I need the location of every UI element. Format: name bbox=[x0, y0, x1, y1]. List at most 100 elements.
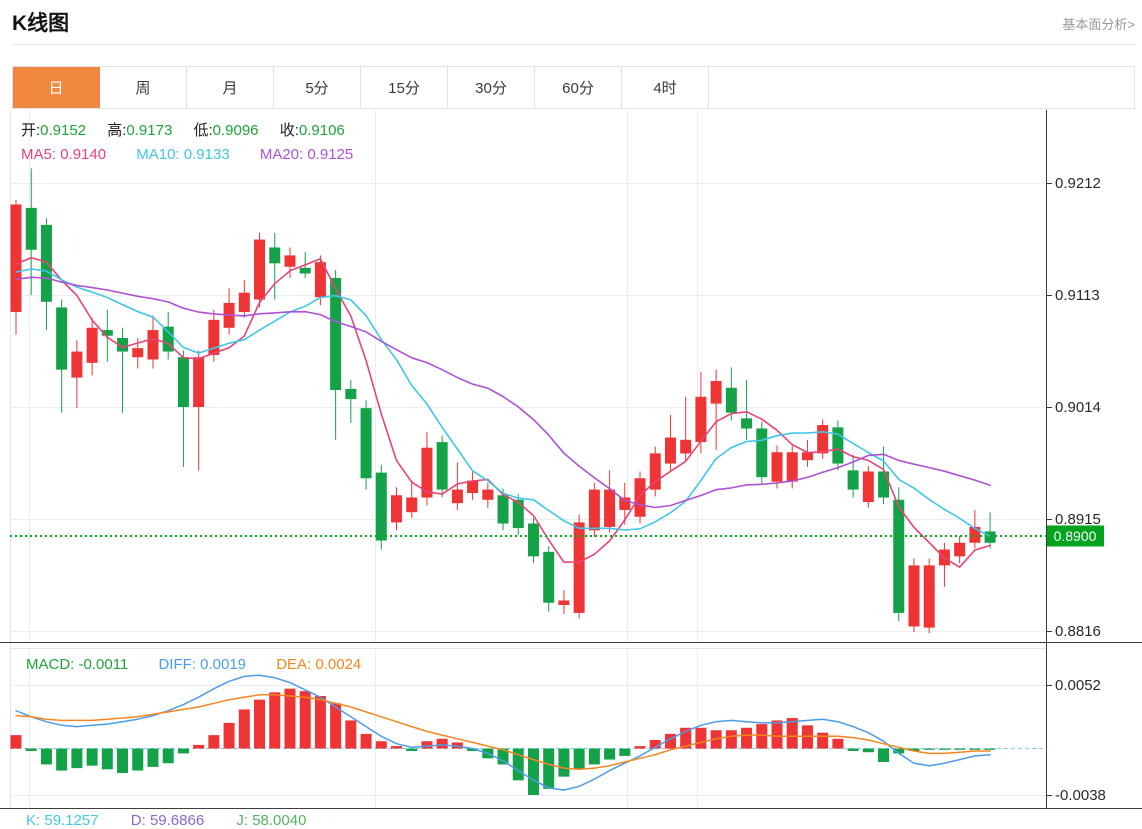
j-label: J: bbox=[236, 812, 249, 829]
candle-body bbox=[71, 351, 83, 378]
ma20-pair: MA20: 0.9125 bbox=[260, 146, 353, 163]
macd-bar bbox=[619, 748, 631, 756]
close-label: 收: bbox=[279, 122, 299, 139]
dea-label: DEA: bbox=[276, 656, 312, 673]
macd-bar bbox=[254, 699, 266, 749]
macd-bar bbox=[558, 748, 570, 777]
candle-body bbox=[299, 267, 311, 274]
axis-tick-label: 0.8915 bbox=[1055, 511, 1101, 528]
candle-body bbox=[847, 470, 859, 490]
macd-bar bbox=[954, 748, 966, 750]
macd-bar bbox=[56, 748, 68, 771]
ma5-value: 0.9140 bbox=[60, 146, 107, 163]
candle-body bbox=[878, 471, 890, 498]
macd-bar bbox=[756, 724, 768, 749]
macd-bar bbox=[391, 746, 402, 749]
indicator-line bbox=[15, 276, 991, 509]
macd-bar bbox=[406, 748, 418, 751]
candle-body bbox=[391, 495, 402, 523]
macd-bar bbox=[86, 748, 98, 766]
macd-bar bbox=[375, 741, 387, 749]
k-label: K: bbox=[26, 812, 41, 829]
ma5-label: MA5: bbox=[21, 146, 57, 163]
macd-bar bbox=[862, 748, 874, 753]
macd-bar bbox=[543, 748, 555, 789]
macd-bar bbox=[314, 696, 326, 749]
axis-tick-label: -0.0038 bbox=[1055, 787, 1106, 804]
candle-body bbox=[375, 472, 387, 541]
candle-body bbox=[954, 542, 966, 557]
d-value: 59.6866 bbox=[149, 812, 205, 829]
candle-body bbox=[741, 418, 753, 429]
ma20-value: 0.9125 bbox=[307, 146, 354, 163]
indicator-line bbox=[15, 674, 991, 791]
axis-tick-label: 0.9014 bbox=[1055, 399, 1101, 416]
ma10-label: MA10: bbox=[136, 146, 180, 163]
diff-value: 0.0019 bbox=[200, 656, 247, 673]
macd-bar bbox=[193, 744, 205, 749]
candle-body bbox=[923, 565, 935, 628]
candle-body bbox=[254, 239, 266, 300]
macd-bar bbox=[421, 741, 433, 749]
d-label: D: bbox=[130, 812, 146, 829]
macd-bar bbox=[147, 748, 159, 767]
low-value: 0.9096 bbox=[212, 122, 259, 139]
macd-bar bbox=[269, 692, 281, 749]
candle-body bbox=[451, 489, 463, 504]
open-pair: 开:0.9152 bbox=[21, 122, 86, 139]
kdj-legend: K: 59.1257 D: 59.6866 J: 58.0040 bbox=[26, 812, 306, 829]
macd-bar bbox=[238, 709, 250, 749]
candle-body bbox=[40, 224, 52, 302]
axis-tick-label: 0.9212 bbox=[1055, 175, 1101, 192]
macd-bar bbox=[984, 748, 996, 750]
macd-bar bbox=[10, 735, 22, 749]
macd-bar bbox=[923, 748, 935, 750]
candle-body bbox=[284, 255, 296, 267]
j-value: 58.0040 bbox=[252, 812, 307, 829]
macd-bar bbox=[162, 748, 174, 764]
current-price-badge-label: 0.8900 bbox=[1054, 528, 1097, 544]
candle-body bbox=[893, 499, 905, 613]
macd-bar bbox=[284, 688, 296, 749]
macd-bar bbox=[938, 748, 950, 750]
macd-bar bbox=[817, 732, 829, 749]
macd-label: MACD: bbox=[26, 656, 75, 673]
candle-body bbox=[497, 495, 509, 524]
candle-body bbox=[147, 330, 159, 360]
candle-body bbox=[132, 348, 144, 358]
macd-bar bbox=[360, 733, 372, 749]
candle-body bbox=[436, 442, 448, 490]
candle-body bbox=[10, 204, 22, 312]
macd-bar bbox=[71, 748, 83, 769]
candle-body bbox=[527, 523, 539, 557]
candle-body bbox=[56, 307, 68, 370]
j-pair: J: 58.0040 bbox=[236, 812, 306, 829]
macd-bar bbox=[527, 748, 539, 795]
macd-bar bbox=[223, 722, 235, 749]
macd-bar bbox=[101, 748, 113, 770]
dea-pair: DEA: 0.0024 bbox=[276, 656, 361, 673]
ma10-pair: MA10: 0.9133 bbox=[136, 146, 229, 163]
macd-legend: MACD: -0.0011 DIFF: 0.0019 DEA: 0.0024 bbox=[26, 656, 361, 673]
macd-bar bbox=[345, 720, 357, 749]
candle-body bbox=[193, 357, 205, 407]
diff-pair: DIFF: 0.0019 bbox=[158, 656, 246, 673]
macd-bar bbox=[832, 738, 844, 749]
candle-body bbox=[725, 387, 737, 413]
candle-body bbox=[86, 327, 98, 363]
candle-body bbox=[862, 471, 874, 503]
candle-body bbox=[345, 388, 357, 400]
macd-bar bbox=[741, 727, 753, 749]
macd-pair: MACD: -0.0011 bbox=[26, 656, 128, 673]
macd-bar bbox=[132, 748, 144, 771]
macd-bar bbox=[847, 748, 859, 751]
k-pair: K: 59.1257 bbox=[26, 812, 99, 829]
macd-bar bbox=[725, 730, 737, 749]
candle-body bbox=[360, 408, 372, 479]
candle-body bbox=[680, 439, 692, 454]
macd-bar bbox=[299, 691, 311, 749]
candle-body bbox=[786, 452, 798, 482]
kline-ohlc-legend: 开:0.9152 高:0.9173 低:0.9096 收:0.9106 bbox=[21, 119, 345, 140]
candle-body bbox=[558, 600, 570, 605]
macd-bar bbox=[25, 748, 37, 751]
